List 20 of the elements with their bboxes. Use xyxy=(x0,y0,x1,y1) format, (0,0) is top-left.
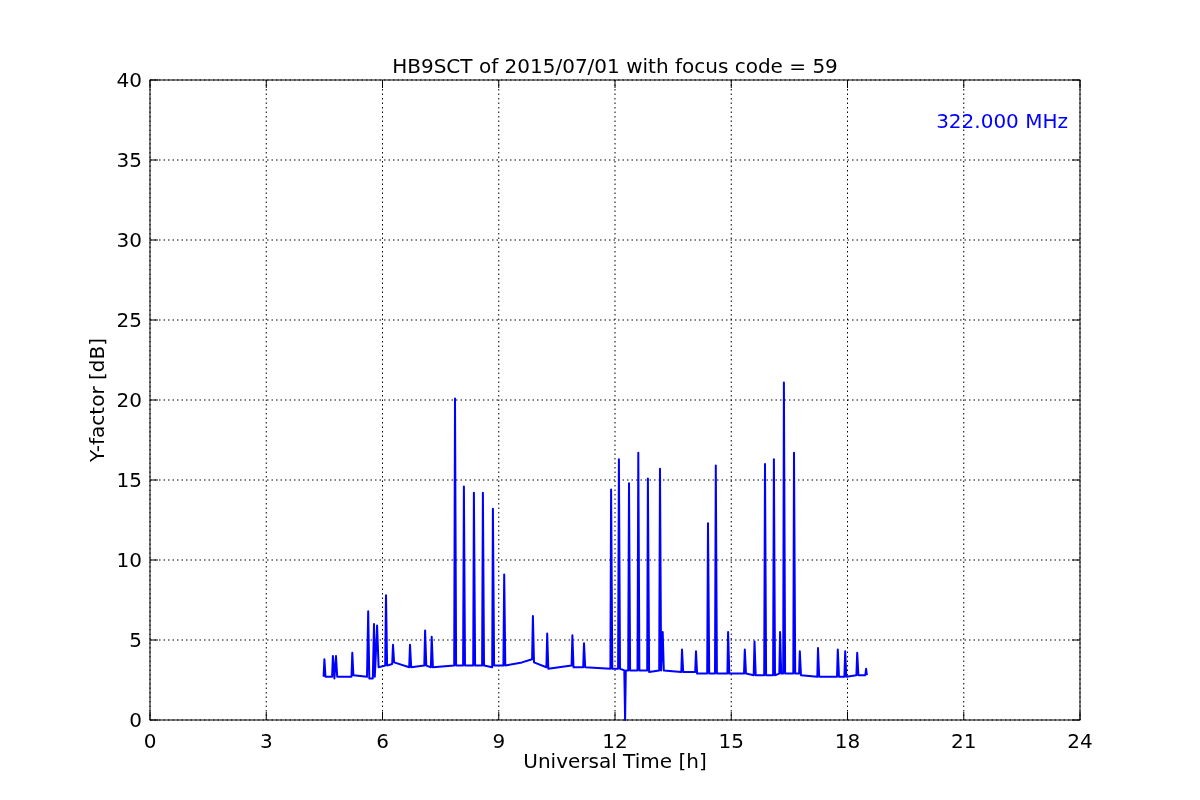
tick-label: 21 xyxy=(951,729,977,753)
tick-label: 6 xyxy=(376,729,389,753)
chart-title: HB9SCT of 2015/07/01 with focus code = 59 xyxy=(392,54,838,78)
tick-label: 24 xyxy=(1067,729,1093,753)
tick-label: 25 xyxy=(116,308,142,332)
tick-label: 30 xyxy=(116,228,142,252)
tick-label: 5 xyxy=(129,628,142,652)
tick-label: 9 xyxy=(492,729,506,753)
tick-label: 3 xyxy=(259,729,273,753)
tick-label: 20 xyxy=(116,388,142,412)
tick-label: 18 xyxy=(834,729,861,753)
frequency-label: 322.000 MHz xyxy=(936,109,1068,133)
tick-label: 0 xyxy=(129,708,142,732)
tick-label: 15 xyxy=(718,729,744,753)
tick-label: 40 xyxy=(116,68,142,92)
tick-label: 0 xyxy=(143,729,157,753)
tick-label: 15 xyxy=(116,468,142,492)
tick-label: 10 xyxy=(116,548,142,572)
axis-label: Y-factor [dB] xyxy=(85,338,109,462)
tick-label: 35 xyxy=(116,148,142,172)
